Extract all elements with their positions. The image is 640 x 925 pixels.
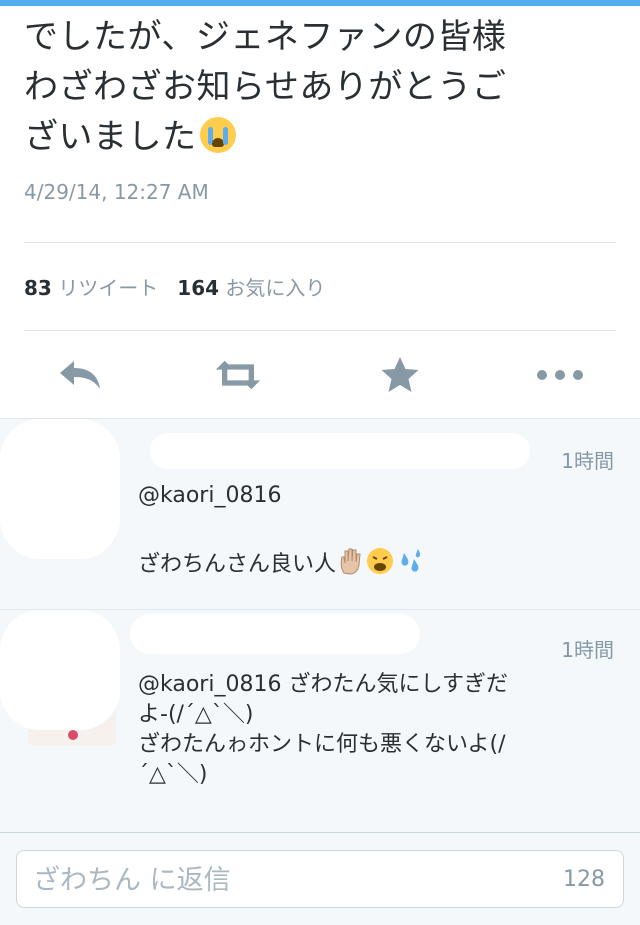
redaction-scribble — [150, 433, 530, 469]
character-count: 128 — [563, 867, 605, 892]
star-icon — [381, 357, 419, 392]
reply-composer: 128 — [0, 832, 640, 925]
reply-icon — [60, 361, 100, 389]
redaction-scribble — [130, 614, 420, 654]
retweet-count[interactable]: 83 — [24, 276, 52, 300]
favorite-count[interactable]: 164 — [177, 276, 219, 300]
favorite-button[interactable] — [376, 353, 424, 397]
replies-list: 1時間 @kaori_0816 ざわちんさん良い人 1時間 @kaori_081… — [0, 418, 640, 832]
reply-body-line2: よ-(/´△`＼) — [138, 702, 254, 727]
reply-mention[interactable]: @kaori_0816 — [138, 481, 618, 511]
retweet-label[interactable]: リツイート — [58, 276, 158, 300]
tweet-text-line3-text: ざいました — [24, 117, 197, 157]
redaction-scribble — [0, 419, 120, 559]
tweet-action-bar — [0, 345, 640, 405]
reply-timestamp: 1時間 — [561, 449, 614, 473]
tweet-text-line1: でしたが、ジェネファンの皆様 — [24, 17, 507, 57]
tweet-timestamp: 4/29/14, 12:27 AM — [24, 180, 209, 204]
more-button[interactable] — [536, 353, 584, 397]
more-icon — [537, 370, 583, 380]
reply-body: @kaori_0816 ざわたん気にしすぎだ よ-(/´△`＼) ざわたんゎホン… — [138, 670, 618, 790]
retweet-button[interactable] — [214, 353, 262, 397]
sweat-droplets-emoji-icon — [396, 547, 424, 584]
reply-item[interactable]: 1時間 @kaori_0816 ざわちんさん良い人 — [0, 419, 640, 609]
reply-mention[interactable]: @kaori_0816 — [138, 672, 281, 697]
top-accent-bar — [0, 0, 640, 6]
reply-body-line3: ざわたんゎホントに何も悪くないよ(/ — [138, 732, 506, 757]
weary-face-emoji-icon — [366, 547, 394, 584]
favorite-label[interactable]: お気に入り — [225, 276, 325, 300]
tweet-stats: 83 リツイート 164 お気に入り — [24, 272, 325, 301]
tweet-text: でしたが、ジェネファンの皆様 わざわざお知らせありがとうご ざいました — [24, 12, 624, 162]
reply-input[interactable] — [33, 861, 513, 899]
tweet-text-line3: ざいました — [24, 112, 624, 162]
tweet-text-line2: わざわざお知らせありがとうご — [24, 67, 507, 107]
redaction-scribble — [0, 610, 120, 730]
reply-body-text: ざわちんさん良い人 — [138, 552, 337, 577]
reply-body-line1: @kaori_0816 ざわたん気にしすぎだ — [138, 670, 618, 700]
divider — [24, 242, 616, 243]
crying-face-emoji-icon — [199, 117, 236, 153]
reply-item[interactable]: 1時間 @kaori_0816 ざわたん気にしすぎだ よ-(/´△`＼) ざわた… — [0, 610, 640, 833]
reply-button[interactable] — [56, 353, 104, 397]
divider — [24, 330, 616, 331]
reply-body-line4: ´△`＼) — [138, 762, 208, 787]
reply-timestamp: 1時間 — [561, 638, 614, 662]
reply-input-box[interactable]: 128 — [16, 850, 624, 908]
retweet-icon — [215, 360, 261, 390]
reply-body-line1-text: ざわたん気にしすぎだ — [288, 672, 509, 697]
raised-hand-emoji-icon — [338, 547, 364, 584]
reply-body: ざわちんさん良い人 — [138, 547, 618, 584]
